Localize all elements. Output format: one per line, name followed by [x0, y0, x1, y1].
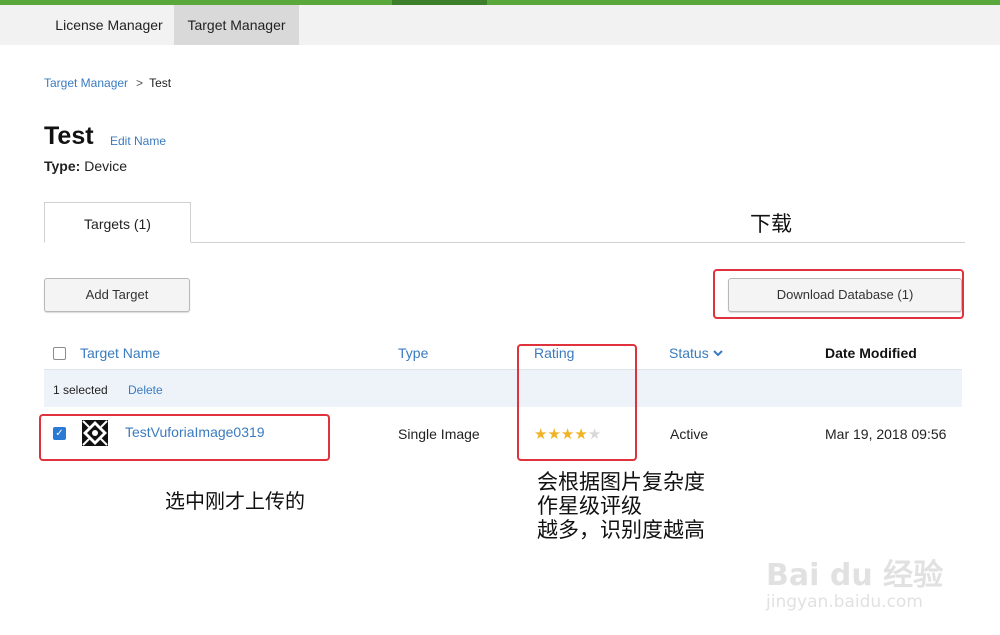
nav-tab-license-manager[interactable]: License Manager [44, 5, 174, 45]
annotation-rating-line-2: 作星级评级 [537, 494, 642, 518]
annotation-download-text: 下载 [750, 212, 792, 236]
annotation-box-rating [517, 344, 637, 461]
breadcrumb-current: Test [149, 76, 172, 90]
target-type: Single Image [398, 426, 480, 442]
annotation-rating-line-3: 越多，识别度越高 [537, 518, 705, 542]
target-status: Active [670, 426, 709, 442]
breadcrumb-parent-link[interactable]: Target Manager [44, 76, 128, 90]
nav-tab-target-manager[interactable]: Target Manager [174, 5, 299, 45]
annotation-rating-text: 会根据图片复杂度 作星级评级 越多，识别度越高 [537, 470, 705, 542]
column-header-status[interactable]: Status [669, 345, 723, 361]
column-header-target-name[interactable]: Target Name [80, 345, 160, 361]
breadcrumb-separator: > [136, 76, 144, 90]
delete-link[interactable]: Delete [128, 383, 163, 397]
annotation-selected-text: 选中刚才上传的 [165, 489, 305, 513]
target-date-modified: Mar 19, 2018 09:56 [825, 426, 947, 442]
tab-targets[interactable]: Targets (1) [44, 202, 191, 243]
annotation-box-selected-row [39, 414, 330, 461]
chevron-down-icon [712, 350, 723, 357]
edit-name-link[interactable]: Edit Name [110, 134, 166, 148]
breadcrumb: Target Manager > Test [44, 76, 171, 90]
column-header-date-modified[interactable]: Date Modified [825, 345, 917, 361]
select-all-checkbox[interactable] [53, 347, 66, 360]
selection-count: 1 selected [53, 383, 108, 397]
watermark-brand: Bai du 经验 [766, 558, 944, 593]
status-header-label: Status [669, 345, 709, 361]
column-header-type[interactable]: Type [398, 345, 428, 361]
annotation-rating-line-1: 会根据图片复杂度 [537, 470, 705, 494]
annotation-box-download [713, 269, 964, 319]
page-title: Test [44, 122, 94, 150]
database-type: Type: Device [44, 158, 127, 174]
top-nav: License Manager Target Manager [0, 5, 1000, 45]
type-value: Device [84, 158, 127, 174]
selection-bar: 1 selected Delete [44, 369, 962, 407]
add-target-button[interactable]: Add Target [44, 278, 190, 312]
watermark-url: jingyan.baidu.com [766, 592, 923, 612]
type-label: Type: [44, 158, 81, 174]
